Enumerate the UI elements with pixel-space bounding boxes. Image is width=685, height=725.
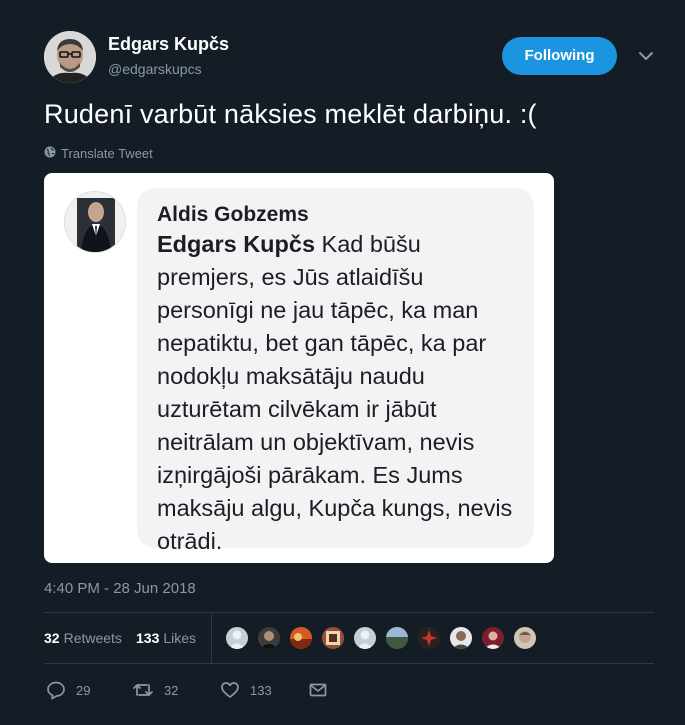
comment-text: Edgars Kupčs Kad būšu premjers, es Jūs a…	[157, 228, 517, 558]
retweets-count: 32	[44, 630, 60, 646]
author-handle[interactable]: @edgarskupcs	[108, 61, 202, 77]
comment-bubble: Aldis Gobzems Edgars Kupčs Kad būšu prem…	[137, 188, 534, 554]
message-action[interactable]	[308, 680, 328, 700]
retweets-stat[interactable]: 32 Retweets	[44, 630, 122, 646]
like-action[interactable]: 133	[220, 680, 272, 700]
liker-avatar[interactable]	[320, 625, 346, 651]
comment-body: Kad būšu premjers, es Jūs atlaidīšu pers…	[157, 231, 513, 554]
tweet-image[interactable]: Aldis Gobzems Edgars Kupčs Kad būšu prem…	[44, 173, 554, 563]
reply-action[interactable]: 29	[46, 680, 90, 700]
retweet-action[interactable]: 32	[132, 680, 178, 700]
liker-avatar[interactable]	[256, 625, 282, 651]
heart-icon	[220, 680, 240, 700]
following-button[interactable]: Following	[502, 37, 617, 75]
author-name[interactable]: Edgars Kupčs	[108, 34, 229, 55]
translate-label: Translate Tweet	[61, 145, 153, 161]
liker-avatar[interactable]	[224, 625, 250, 651]
commenter-avatar	[64, 191, 126, 253]
liker-avatar[interactable]	[416, 625, 442, 651]
retweet-count: 32	[164, 682, 179, 698]
author-avatar[interactable]	[44, 31, 96, 83]
liker-avatar[interactable]	[288, 625, 314, 651]
envelope-icon	[308, 680, 328, 700]
reply-icon	[46, 680, 66, 700]
likes-stat[interactable]: 133 Likes	[136, 630, 196, 646]
divider	[44, 663, 654, 664]
tweet-header: Edgars Kupčs @edgarskupcs Following	[0, 0, 685, 90]
tweet-stats: 32 Retweets 133 Likes	[44, 613, 654, 663]
likes-count: 133	[136, 630, 160, 646]
translate-tweet-link[interactable]: Translate Tweet	[44, 145, 153, 161]
reply-count: 29	[76, 682, 91, 698]
liker-avatar[interactable]	[480, 625, 506, 651]
tweet-timestamp[interactable]: 4:40 PM - 28 Jun 2018	[44, 580, 196, 597]
tweet-actions: 29 32 133	[44, 676, 654, 706]
stats-divider	[211, 613, 212, 663]
commenter-name: Aldis Gobzems	[157, 203, 309, 226]
liker-avatar[interactable]	[512, 625, 538, 651]
chevron-down-icon[interactable]	[638, 48, 654, 64]
comment-mention: Edgars Kupčs	[157, 231, 316, 257]
retweets-label: Retweets	[63, 630, 122, 646]
tweet-text: Rudenī varbūt nāksies meklēt darbiņu. :(	[44, 99, 537, 129]
globe-icon	[44, 146, 56, 161]
like-count: 133	[250, 682, 272, 698]
liker-avatar[interactable]	[384, 625, 410, 651]
retweet-icon	[132, 680, 154, 700]
liker-avatar[interactable]	[448, 625, 474, 651]
liker-avatar[interactable]	[352, 625, 378, 651]
likes-label: Likes	[163, 630, 197, 646]
